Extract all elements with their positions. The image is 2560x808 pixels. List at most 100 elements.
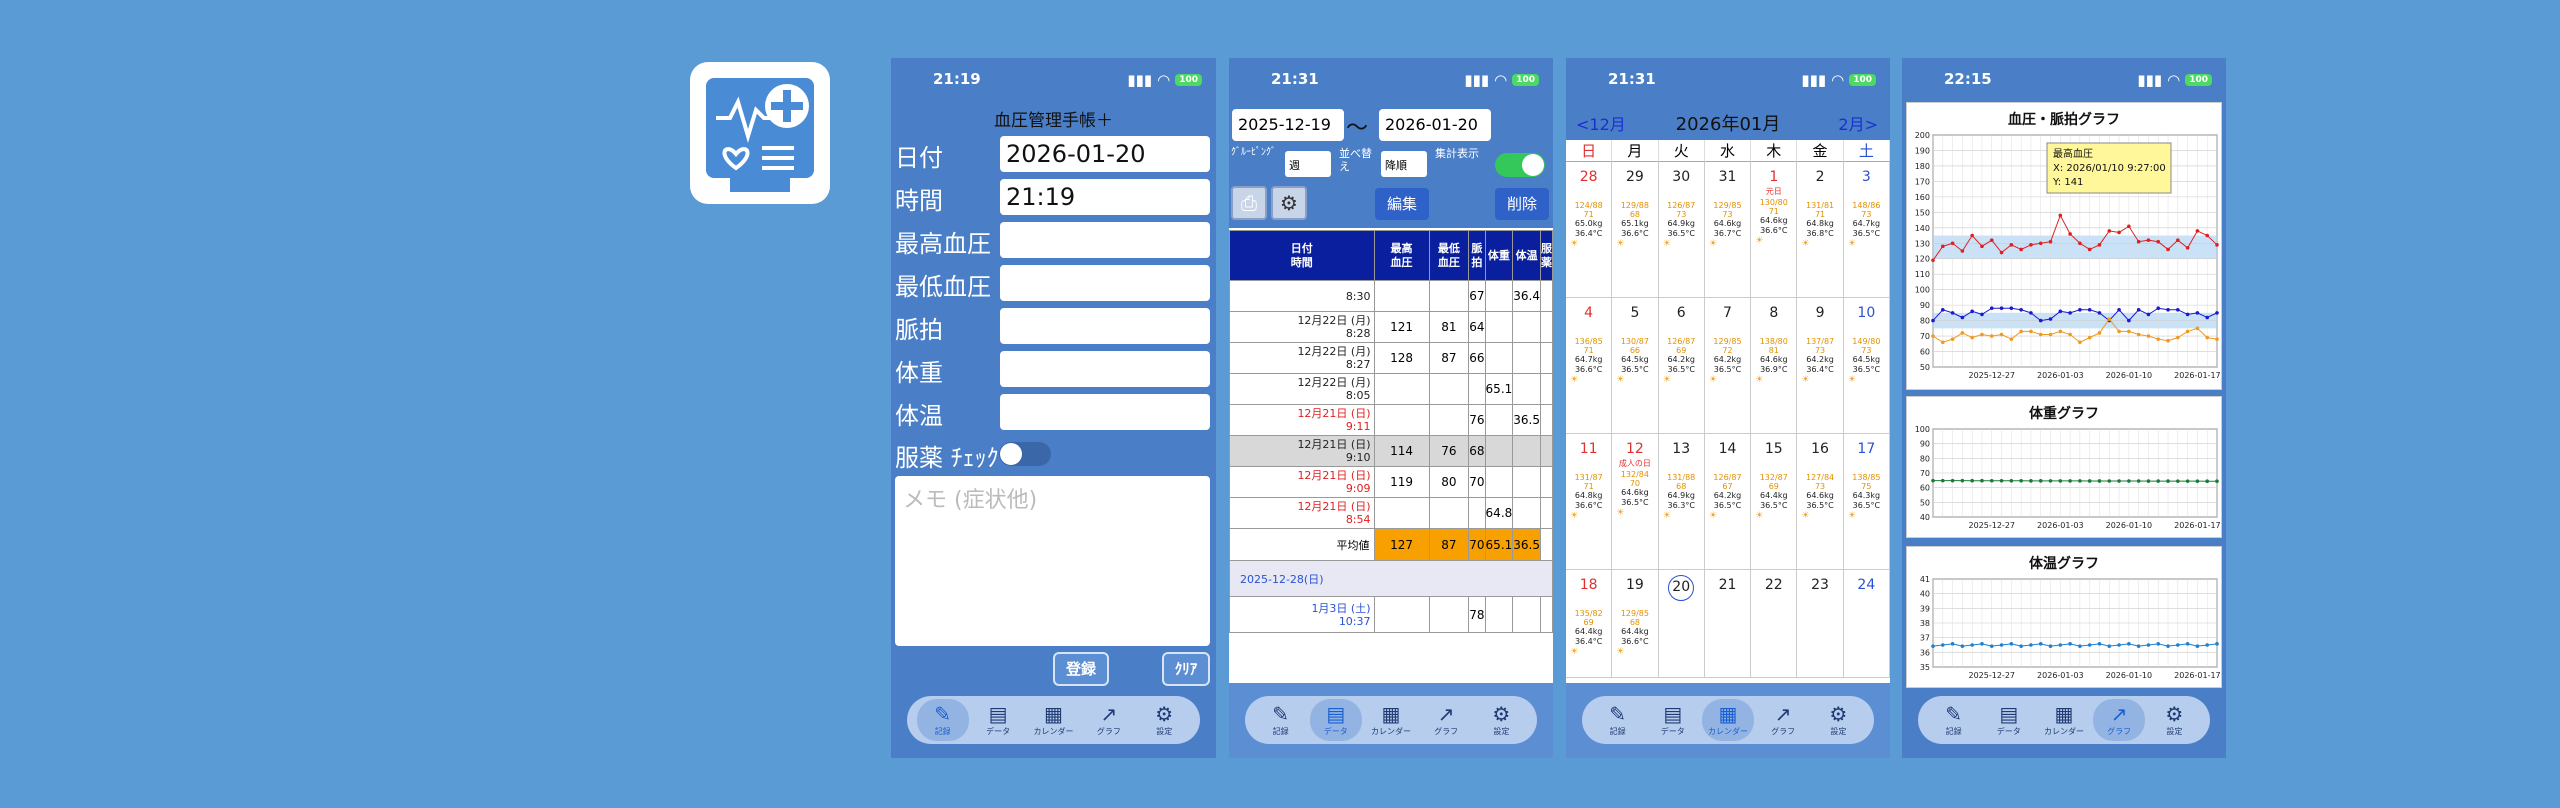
date-time-cell: 12月22日 (月) 8:05 <box>1229 373 1375 405</box>
memo-field[interactable]: メモ (症状他) <box>895 476 1210 646</box>
tab-record[interactable]: ✎ 記録 <box>1928 699 1980 741</box>
tab-graph[interactable]: ↗ グラフ <box>1420 699 1472 741</box>
table-row[interactable]: 12月22日 (月) 8:27 128 87 66 <box>1229 342 1553 374</box>
calendar-day-cell[interactable]: 30 126/87 73 64.9kg 36.5°C ☀ <box>1658 162 1705 298</box>
tab-calendar[interactable]: ▦ カレンダー <box>1365 699 1417 741</box>
to-date-field[interactable]: 2026-01-20 <box>1379 109 1491 141</box>
tab-graph[interactable]: ↗ グラフ <box>1083 699 1135 741</box>
tab-data[interactable]: ▤ データ <box>972 699 1024 741</box>
group-select[interactable]: 週 <box>1285 151 1331 177</box>
calendar-day-cell[interactable]: 14 126/87 67 64.2kg 36.5°C ☀ <box>1704 434 1752 570</box>
from-date-field[interactable]: 2025-12-19 <box>1232 109 1344 141</box>
day-number: 17 <box>1857 441 1876 457</box>
tab-graph[interactable]: ↗ グラフ <box>1757 699 1809 741</box>
tab-graph[interactable]: ↗ グラフ <box>2093 699 2146 741</box>
calendar-day-cell[interactable]: 12 成人の日 132/84 70 64.6kg 36.5°C ☀ <box>1612 434 1659 570</box>
data-point <box>2156 306 2161 311</box>
settings-button[interactable]: ⚙ <box>1271 186 1307 220</box>
day-bp: 131/88 <box>1667 473 1696 482</box>
summary-toggle[interactable] <box>1495 153 1545 177</box>
calendar-day-cell[interactable]: 23 <box>1797 570 1844 678</box>
tab-data[interactable]: ▤ データ <box>1647 699 1699 741</box>
tab-settings[interactable]: ⚙ 設定 <box>1475 699 1527 741</box>
y-tick-label: 36 <box>1920 648 1930 657</box>
day-pulse: 71 <box>1583 346 1594 355</box>
calendar-day-cell[interactable]: 22 <box>1751 570 1798 678</box>
calendar-day-cell[interactable]: 3 148/86 73 64.7kg 36.5°C ☀ <box>1843 162 1890 298</box>
calendar-day-cell[interactable]: 20 <box>1658 570 1705 678</box>
calendar-day-cell[interactable]: 10 149/80 73 64.5kg 36.5°C ☀ <box>1843 298 1890 434</box>
tab-settings[interactable]: ⚙ 設定 <box>1138 699 1190 741</box>
calendar-day-cell[interactable]: 24 <box>1843 570 1890 678</box>
calendar-day-cell[interactable]: 19 129/85 68 64.4kg 36.6°C ☀ <box>1612 570 1659 678</box>
tab-label: データ <box>1660 726 1685 736</box>
tab-calendar[interactable]: ▦ カレンダー <box>2038 699 2090 741</box>
graph-icon: ↗ <box>1437 701 1455 726</box>
x-tick-label: 2026-01-17 <box>2174 521 2221 530</box>
calendar-day-cell[interactable]: 29 129/88 68 65.1kg 36.6°C ☀ <box>1612 162 1659 298</box>
calendar-day-cell[interactable]: 9 137/87 73 64.2kg 36.4°C ☀ <box>1797 298 1844 434</box>
weight-label: 体重 <box>895 359 943 387</box>
y-tick-label: 50 <box>1920 363 1930 372</box>
calendar-day-cell[interactable]: 11 131/87 71 64.8kg 36.6°C ☀ <box>1566 434 1613 570</box>
edit-button[interactable]: 編集 <box>1375 188 1429 220</box>
calendar-day-cell[interactable]: 4 136/85 71 64.7kg 36.6°C ☀ <box>1566 298 1613 434</box>
calendar-day-cell[interactable]: 16 127/84 73 64.6kg 36.5°C ☀ <box>1797 434 1844 570</box>
calendar-day-cell[interactable]: 2 131/81 71 64.8kg 36.8°C ☀ <box>1797 162 1844 298</box>
calendar-day-cell[interactable]: 13 131/88 68 64.9kg 36.3°C ☀ <box>1658 434 1705 570</box>
bp-chart[interactable]: 200 190 180 170 160 150 140 130 120 110 100 90 80 70 6… <box>1907 129 2221 391</box>
print-button[interactable]: ⎙ <box>1231 186 1267 220</box>
table-row[interactable]: 12月22日 (月) 8:28 121 81 64 <box>1229 311 1553 343</box>
med-toggle[interactable] <box>999 442 1051 466</box>
day-number: 6 <box>1676 305 1686 321</box>
weight-chart[interactable]: 100 90 80 70 60 50 40 2025-12-27 2026-01-03 2026-… <box>1907 423 2221 539</box>
value-cell-pulse: 66 <box>1468 342 1486 374</box>
tab-data[interactable]: ▤ データ <box>1983 699 2035 741</box>
clear-button[interactable]: ｸﾘｱ <box>1162 652 1210 686</box>
y-tick-label: 60 <box>1920 484 1930 493</box>
table-row[interactable]: 12月21日 (日) 9:11 76 36.5 <box>1229 404 1553 436</box>
tab-data[interactable]: ▤ データ <box>1309 699 1362 741</box>
tab-record[interactable]: ✎ 記録 <box>1592 699 1644 741</box>
table-row[interactable]: 12月21日 (日) 9:09 119 80 70 <box>1229 466 1553 498</box>
calendar-day-cell[interactable]: 6 126/87 69 64.2kg 36.5°C ☀ <box>1658 298 1705 434</box>
calendar-day-cell[interactable]: 7 129/85 72 64.2kg 36.5°C ☀ <box>1704 298 1752 434</box>
tab-record[interactable]: ✎ 記録 <box>1255 699 1307 741</box>
pulse-field[interactable] <box>1000 308 1210 344</box>
calendar-day-cell[interactable]: 8 138/80 81 64.6kg 36.9°C ☀ <box>1751 298 1798 434</box>
sun-icon: ☀ <box>1616 239 1625 249</box>
tab-calendar[interactable]: ▦ カレンダー <box>1027 699 1079 741</box>
calendar-day-cell[interactable]: 15 132/87 69 64.4kg 36.5°C ☀ <box>1751 434 1798 570</box>
data-point <box>2029 311 2033 315</box>
weight-field[interactable] <box>1000 351 1210 387</box>
calendar-day-cell[interactable]: 31 129/85 73 64.6kg 36.7°C ☀ <box>1704 162 1752 298</box>
next-month-button[interactable]: 2月> <box>1838 111 1878 135</box>
temp-field[interactable] <box>1000 394 1210 430</box>
calendar-day-cell[interactable]: 21 <box>1704 570 1752 678</box>
temp-chart[interactable]: 41 40 39 38 37 36 35 2025-12-27 2026-01-03 2026-0… <box>1907 573 2221 689</box>
tab-settings[interactable]: ⚙ 設定 <box>2148 699 2200 741</box>
delete-button[interactable]: 削除 <box>1495 188 1549 220</box>
calendar-day-cell[interactable]: 17 138/85 75 64.3kg 36.5°C ☀ <box>1843 434 1890 570</box>
sort-select[interactable]: 降順 <box>1381 151 1427 177</box>
table-row[interactable]: 12月22日 (月) 8:05 65.1 <box>1229 373 1553 405</box>
tab-record[interactable]: ✎ 記録 <box>916 699 969 741</box>
table-row[interactable]: 12月21日 (日) 8:54 64.8 <box>1229 497 1553 529</box>
calendar-day-cell[interactable]: 28 124/88 71 65.0kg 36.4°C ☀ <box>1566 162 1613 298</box>
table-row[interactable]: 12月21日 (日) 9:10 114 76 68 <box>1229 435 1553 467</box>
tab-settings[interactable]: ⚙ 設定 <box>1812 699 1864 741</box>
sys-field[interactable] <box>1000 222 1210 258</box>
table-row[interactable]: 8:30 67 36.4 <box>1229 280 1553 312</box>
calendar-day-cell[interactable]: 1 元日 130/80 71 64.6kg 36.6°C ☀ <box>1751 162 1798 298</box>
calendar-day-cell[interactable]: 5 130/87 66 64.5kg 36.5°C ☀ <box>1612 298 1659 434</box>
gear-icon: ⚙ <box>1280 191 1298 215</box>
day-pulse: 81 <box>1768 346 1779 355</box>
time-field[interactable]: 21:19 <box>1000 179 1210 215</box>
calendar-day-cell[interactable]: 18 135/82 69 64.4kg 36.4°C ☀ <box>1566 570 1613 678</box>
date-field[interactable]: 2026-01-20 <box>1000 136 1210 172</box>
sun-icon: ☀ <box>1662 375 1671 385</box>
dia-field[interactable] <box>1000 265 1210 301</box>
tab-calendar[interactable]: ▦ カレンダー <box>1701 699 1754 741</box>
table-row[interactable]: 1月3日 (土) 10:37 78 <box>1229 596 1553 633</box>
register-button[interactable]: 登録 <box>1053 652 1109 686</box>
